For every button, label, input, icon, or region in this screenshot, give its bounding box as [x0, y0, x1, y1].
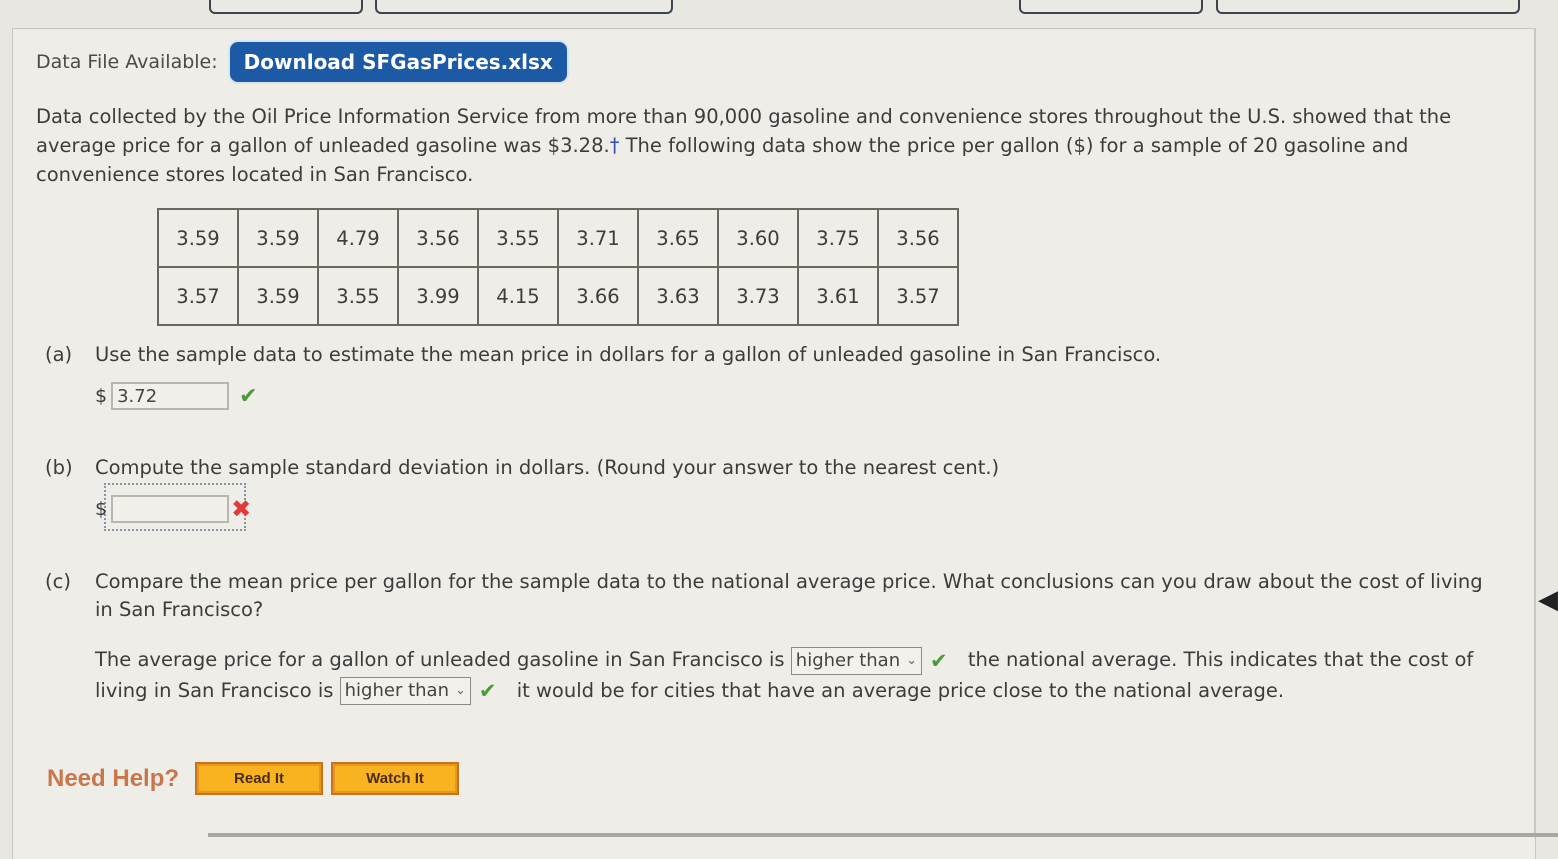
read-it-button[interactable]: Read It: [195, 762, 324, 795]
part-c-answer-sentence: The average price for a gallon of unlead…: [95, 645, 1495, 706]
table-cell: 3.55: [477, 208, 559, 268]
table-cell: 3.59: [237, 208, 319, 268]
table-cell: 3.65: [637, 208, 719, 268]
watch-it-button[interactable]: Watch It: [331, 762, 460, 795]
arrow-left-icon[interactable]: ◀: [1538, 585, 1558, 615]
sentence-part-3: it would be for cities that have an aver…: [516, 678, 1285, 702]
table-cell: 3.55: [317, 266, 399, 326]
need-help-row: Need Help? Read It Watch It: [47, 762, 467, 795]
part-a-label: (a): [45, 343, 73, 366]
std-dev-input[interactable]: [111, 495, 230, 523]
need-help-label: Need Help?: [47, 764, 180, 792]
table-cell: 3.57: [157, 266, 239, 326]
download-button[interactable]: Download SFGasPrices.xlsx: [227, 40, 569, 84]
table-cell: 3.99: [397, 266, 479, 326]
intro-paragraph: Data collected by the Oil Price Informat…: [36, 102, 1506, 189]
table-cell: 3.60: [717, 208, 799, 268]
part-b-label: (b): [45, 456, 73, 479]
sentence-part-1: The average price for a gallon of unlead…: [95, 648, 785, 671]
part-c-text: Compare the mean price per gallon for th…: [95, 570, 1483, 621]
table-cell: 3.59: [157, 208, 239, 268]
table-cell: 3.66: [557, 266, 639, 326]
part-c-question: (c) Compare the mean price per gallon fo…: [45, 568, 1505, 624]
top-tab-2[interactable]: [375, 0, 673, 14]
part-c-label: (c): [45, 570, 71, 593]
table-cell: 3.56: [397, 208, 479, 268]
check-icon: ✔: [239, 383, 258, 409]
part-a-question: (a) Use the sample data to estimate the m…: [45, 343, 1161, 366]
footnote-dagger-link[interactable]: †: [610, 134, 620, 157]
table-cell: 3.63: [637, 266, 719, 326]
top-tab-1[interactable]: [209, 0, 363, 14]
panel-divider: [1534, 28, 1535, 837]
data-file-row: Data File Available: Download SFGasPrice…: [36, 40, 569, 84]
dollar-sign: $: [95, 385, 108, 407]
top-tab-4[interactable]: [1216, 0, 1520, 14]
table-cell: 3.59: [237, 266, 319, 326]
comparison-select-2[interactable]: higher than ⌄: [339, 677, 471, 705]
dollar-sign: $: [95, 498, 108, 520]
check-icon: ✔: [478, 679, 497, 703]
part-a-text: Use the sample data to estimate the mean…: [95, 343, 1162, 366]
price-table: 3.59 3.59 4.79 3.56 3.55 3.71 3.65 3.60 …: [157, 208, 959, 326]
table-cell: 3.56: [877, 208, 959, 268]
part-b-answer-row: $ ✖: [95, 495, 251, 523]
comparison-select-1[interactable]: higher than ⌄: [790, 646, 923, 675]
part-b-question: (b) Compute the sample standard deviation…: [45, 456, 999, 479]
check-icon: ✔: [930, 648, 948, 673]
table-cell: 4.79: [317, 208, 399, 268]
table-cell: 3.57: [877, 266, 959, 326]
chevron-down-icon: ⌄: [906, 652, 918, 668]
mean-price-input[interactable]: 3.72: [111, 382, 230, 410]
table-cell: 3.75: [797, 208, 879, 268]
cross-icon: ✖: [231, 495, 252, 523]
bottom-divider: [208, 833, 1558, 837]
part-b-text: Compute the sample standard deviation in…: [95, 456, 1000, 479]
data-file-label: Data File Available:: [36, 51, 218, 73]
table-row: 3.59 3.59 4.79 3.56 3.55 3.71 3.65 3.60 …: [157, 208, 959, 268]
part-a-answer-row: $ 3.72 ✔: [95, 382, 258, 410]
table-cell: 3.61: [797, 266, 879, 326]
top-tab-3[interactable]: [1019, 0, 1203, 14]
table-cell: 3.71: [557, 208, 639, 268]
select-1-value: higher than: [795, 649, 901, 671]
chevron-down-icon: ⌄: [454, 683, 466, 698]
table-cell: 3.73: [717, 266, 799, 326]
select-2-value: higher than: [344, 680, 449, 701]
table-cell: 4.15: [477, 266, 559, 326]
table-row: 3.57 3.59 3.55 3.99 4.15 3.66 3.63 3.73 …: [157, 266, 959, 326]
